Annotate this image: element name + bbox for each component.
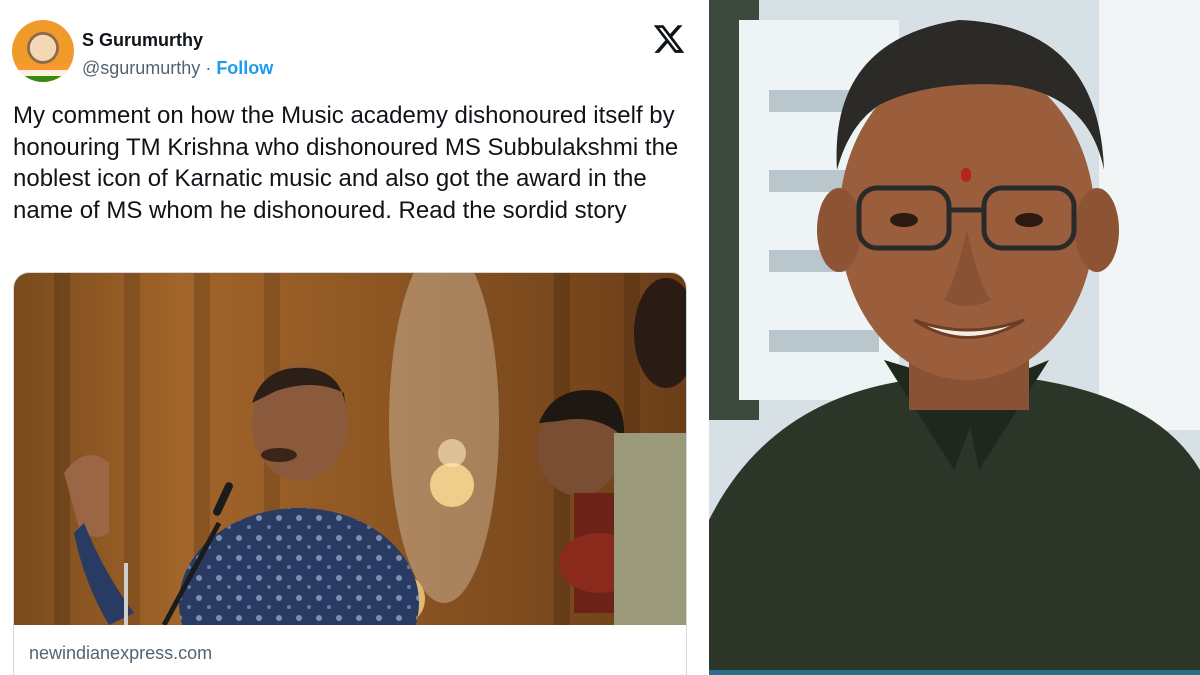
x-logo-icon[interactable] [652, 22, 686, 56]
author-handle[interactable]: @sgurumurthy [82, 58, 200, 78]
author-handle-row: @sgurumurthy · Follow [82, 58, 273, 79]
card-domain[interactable]: newindianexpress.com [29, 643, 212, 664]
author-avatar[interactable] [12, 20, 74, 82]
tweet-text: My comment on how the Music academy dish… [13, 102, 679, 224]
portrait-photo [709, 0, 1200, 675]
musician-stage-photo-icon [54, 273, 686, 675]
author-name[interactable]: S Gurumurthy [82, 30, 203, 51]
man-portrait-icon [709, 0, 1200, 675]
follow-button[interactable]: Follow [216, 58, 273, 78]
link-preview-card[interactable]: newindianexpress.com [13, 272, 687, 675]
tweet-card: S Gurumurthy @sgurumurthy · Follow My co… [0, 0, 706, 675]
avatar-flag-band [12, 64, 74, 82]
handle-separator: · [200, 58, 217, 78]
card-image[interactable] [14, 273, 686, 675]
